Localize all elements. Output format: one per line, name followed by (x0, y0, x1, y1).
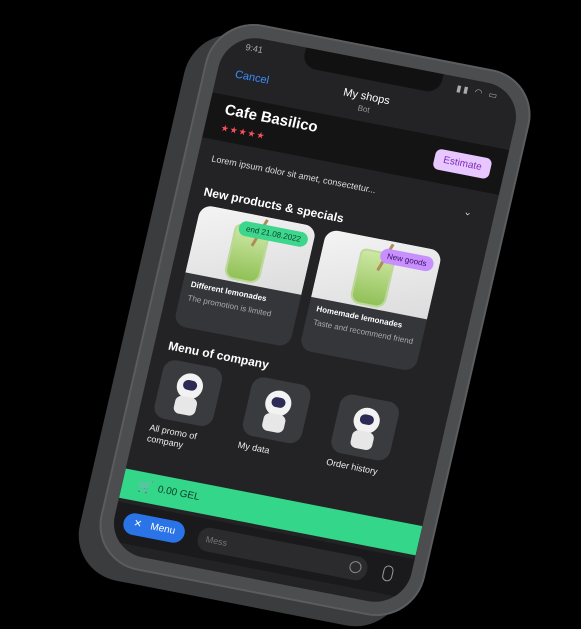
estimate-button[interactable]: Estimate (432, 148, 493, 180)
menu-item-all-promo[interactable]: All promo of company (146, 358, 240, 458)
menu-item-label: All promo of company (146, 422, 198, 450)
menu-item-label: Order history (325, 456, 379, 477)
status-icons: ▮▮ ◠ ▭ (455, 83, 501, 102)
promo-card[interactable]: New goods Homemade lemonades Taste and r… (298, 228, 443, 372)
astronaut-icon (328, 392, 402, 463)
menu-item-label: My data (236, 439, 271, 456)
close-icon: ✕ (132, 518, 144, 531)
menu-button-label: Menu (149, 521, 177, 537)
promo-card[interactable]: end 21.08.2022 Different lemonades The p… (173, 204, 318, 348)
menu-item-order-history[interactable]: Order history (325, 392, 417, 483)
promo-image (185, 204, 318, 295)
cart-icon: 🛒 (136, 478, 155, 495)
astronaut-body-icon (349, 429, 376, 452)
status-time: 9:41 (244, 42, 264, 56)
stage: 9:41 ▮▮ ◠ ▭ Cancel My shops Bot Cafe Bas… (0, 0, 581, 629)
astronaut-icon (240, 375, 313, 446)
chevron-down-icon[interactable]: ⌄ (462, 207, 473, 219)
cart-total: 0.00 GEL (156, 484, 201, 503)
phone-screen: 9:41 ▮▮ ◠ ▭ Cancel My shops Bot Cafe Bas… (106, 31, 524, 609)
menu-button[interactable]: ✕ Menu (121, 511, 188, 545)
promo-image (311, 228, 443, 320)
astronaut-body-icon (260, 412, 287, 434)
astronaut-body-icon (172, 394, 199, 417)
rating-stars: ★★★★★ (219, 122, 267, 142)
menu-item-my-data[interactable]: My data (237, 375, 329, 465)
astronaut-icon (152, 358, 225, 429)
phone-frame: 9:41 ▮▮ ◠ ▭ Cancel My shops Bot Cafe Bas… (89, 15, 541, 625)
microphone-icon[interactable] (381, 564, 395, 583)
